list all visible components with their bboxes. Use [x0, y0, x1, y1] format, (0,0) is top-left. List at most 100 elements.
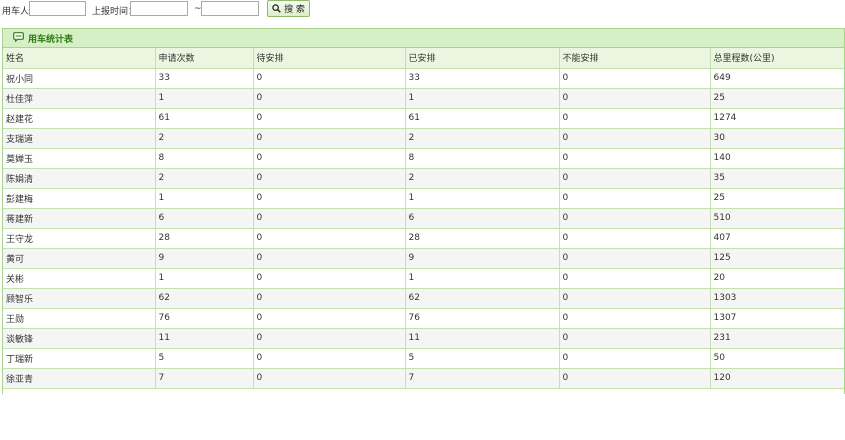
table-cell: 0 — [253, 108, 406, 129]
table-cell: 61 — [155, 108, 254, 129]
table-cell: 0 — [559, 368, 711, 389]
table-cell: 5 — [155, 348, 254, 369]
table-cell: 0 — [559, 148, 711, 169]
search-icon — [272, 4, 281, 13]
table-cell: 510 — [710, 208, 844, 229]
table-cell: 0 — [559, 108, 711, 129]
table-row: 赵建花 61 0 61 0 1274 — [3, 108, 844, 129]
table-row: 彭建梅 1 0 1 0 25 — [3, 188, 844, 209]
table-row: 谈敏锋 11 0 11 0 231 — [3, 328, 844, 349]
table-cell: 蒋建新 — [3, 208, 156, 229]
table-cell: 8 — [405, 148, 560, 169]
table-cell: 120 — [710, 368, 844, 389]
date-to-input[interactable] — [201, 1, 259, 16]
table-row: 王守龙 28 0 28 0 407 — [3, 228, 844, 249]
table-cell: 0 — [559, 128, 711, 149]
table-cell: 王勋 — [3, 308, 156, 329]
vehicle-stats-table: 姓名 申请次数 待安排 已安排 不能安排 总里程数(公里) 祝小同 33 0 33 0 649 杜佳萍… — [3, 48, 844, 389]
table-cell: 0 — [559, 228, 711, 249]
table-cell: 0 — [253, 88, 406, 109]
table-cell: 62 — [155, 288, 254, 309]
table-cell: 11 — [405, 328, 560, 349]
table-cell: 0 — [253, 308, 406, 329]
user-label: 用车人 — [2, 7, 30, 17]
table-cell: 杜佳萍 — [3, 88, 156, 109]
table-cell: 6 — [405, 208, 560, 229]
table-cell: 0 — [253, 348, 406, 369]
table-cell: 20 — [710, 268, 844, 289]
table-row: 关彬 1 0 1 0 20 — [3, 268, 844, 289]
table-cell: 0 — [559, 248, 711, 269]
table-cell: 7 — [155, 368, 254, 389]
table-row: 丁瑞新 5 0 5 0 50 — [3, 348, 844, 369]
table-cell: 231 — [710, 328, 844, 349]
column-header: 已安排 — [405, 48, 560, 69]
table-cell: 彭建梅 — [3, 188, 156, 209]
table-cell: 30 — [710, 128, 844, 149]
table-cell: 0 — [559, 88, 711, 109]
table-row: 徐亚青 7 0 7 0 120 — [3, 368, 844, 389]
table-row: 顾智乐 62 0 62 0 1303 — [3, 288, 844, 309]
search-button-label: 搜 索 — [284, 5, 305, 15]
column-header: 姓名 — [3, 48, 156, 69]
search-bar: 用车人 上报时间： ~ 搜 索 — [0, 0, 845, 18]
table-cell: 2 — [405, 168, 560, 189]
table-row: 杜佳萍 1 0 1 0 25 — [3, 88, 844, 109]
table-cell: 0 — [559, 288, 711, 309]
table-cell: 0 — [253, 208, 406, 229]
table-cell: 陈娟清 — [3, 168, 156, 189]
vehicle-stats-panel: 用车统计表 姓名 申请次数 待安排 已安排 不能安排 总里程数(公里) 祝小同 33 0 33 0… — [2, 28, 845, 394]
search-button[interactable]: 搜 索 — [267, 0, 310, 17]
table-cell: 祝小同 — [3, 68, 156, 89]
table-cell: 1 — [155, 88, 254, 109]
table-cell: 0 — [559, 328, 711, 349]
table-cell: 1 — [405, 268, 560, 289]
table-cell: 5 — [405, 348, 560, 369]
table-row: 支瑞道 2 0 2 0 30 — [3, 128, 844, 149]
table-cell: 1 — [155, 188, 254, 209]
table-cell: 0 — [253, 288, 406, 309]
table-cell: 125 — [710, 248, 844, 269]
table-row: 陈娟清 2 0 2 0 35 — [3, 168, 844, 189]
user-input[interactable] — [29, 1, 86, 16]
table-cell: 9 — [155, 248, 254, 269]
table-cell: 关彬 — [3, 268, 156, 289]
column-header: 总里程数(公里) — [710, 48, 844, 69]
table-cell: 1303 — [710, 288, 844, 309]
table-cell: 407 — [710, 228, 844, 249]
column-header: 申请次数 — [155, 48, 254, 69]
table-cell: 649 — [710, 68, 844, 89]
date-from-input[interactable] — [130, 1, 188, 16]
table-cell: 0 — [559, 268, 711, 289]
table-row: 莫婵玉 8 0 8 0 140 — [3, 148, 844, 169]
table-cell: 1 — [155, 268, 254, 289]
table-cell: 顾智乐 — [3, 288, 156, 309]
table-cell: 28 — [405, 228, 560, 249]
table-cell: 33 — [155, 68, 254, 89]
table-body: 祝小同 33 0 33 0 649 杜佳萍 1 0 1 0 25 赵建花 61 0 61 0 1274 支瑞道 2 0 2… — [3, 68, 844, 389]
table-cell: 140 — [710, 148, 844, 169]
table-cell: 0 — [253, 128, 406, 149]
table-cell: 2 — [155, 168, 254, 189]
table-header-row: 姓名 申请次数 待安排 已安排 不能安排 总里程数(公里) — [3, 48, 844, 69]
table-cell: 0 — [253, 268, 406, 289]
table-cell: 7 — [405, 368, 560, 389]
table-cell: 1307 — [710, 308, 844, 329]
column-header: 待安排 — [253, 48, 406, 69]
table-cell: 28 — [155, 228, 254, 249]
table-cell: 支瑞道 — [3, 128, 156, 149]
table-cell: 0 — [253, 328, 406, 349]
chat-bubble-icon — [13, 31, 24, 45]
table-cell: 0 — [559, 168, 711, 189]
column-header: 不能安排 — [559, 48, 711, 69]
table-cell: 6 — [155, 208, 254, 229]
table-cell: 徐亚青 — [3, 368, 156, 389]
table-cell: 8 — [155, 148, 254, 169]
table-cell: 33 — [405, 68, 560, 89]
table-cell: 莫婵玉 — [3, 148, 156, 169]
table-cell: 1 — [405, 188, 560, 209]
table-cell: 0 — [253, 228, 406, 249]
table-cell: 0 — [559, 188, 711, 209]
table-row: 黄可 9 0 9 0 125 — [3, 248, 844, 269]
table-cell: 0 — [253, 368, 406, 389]
